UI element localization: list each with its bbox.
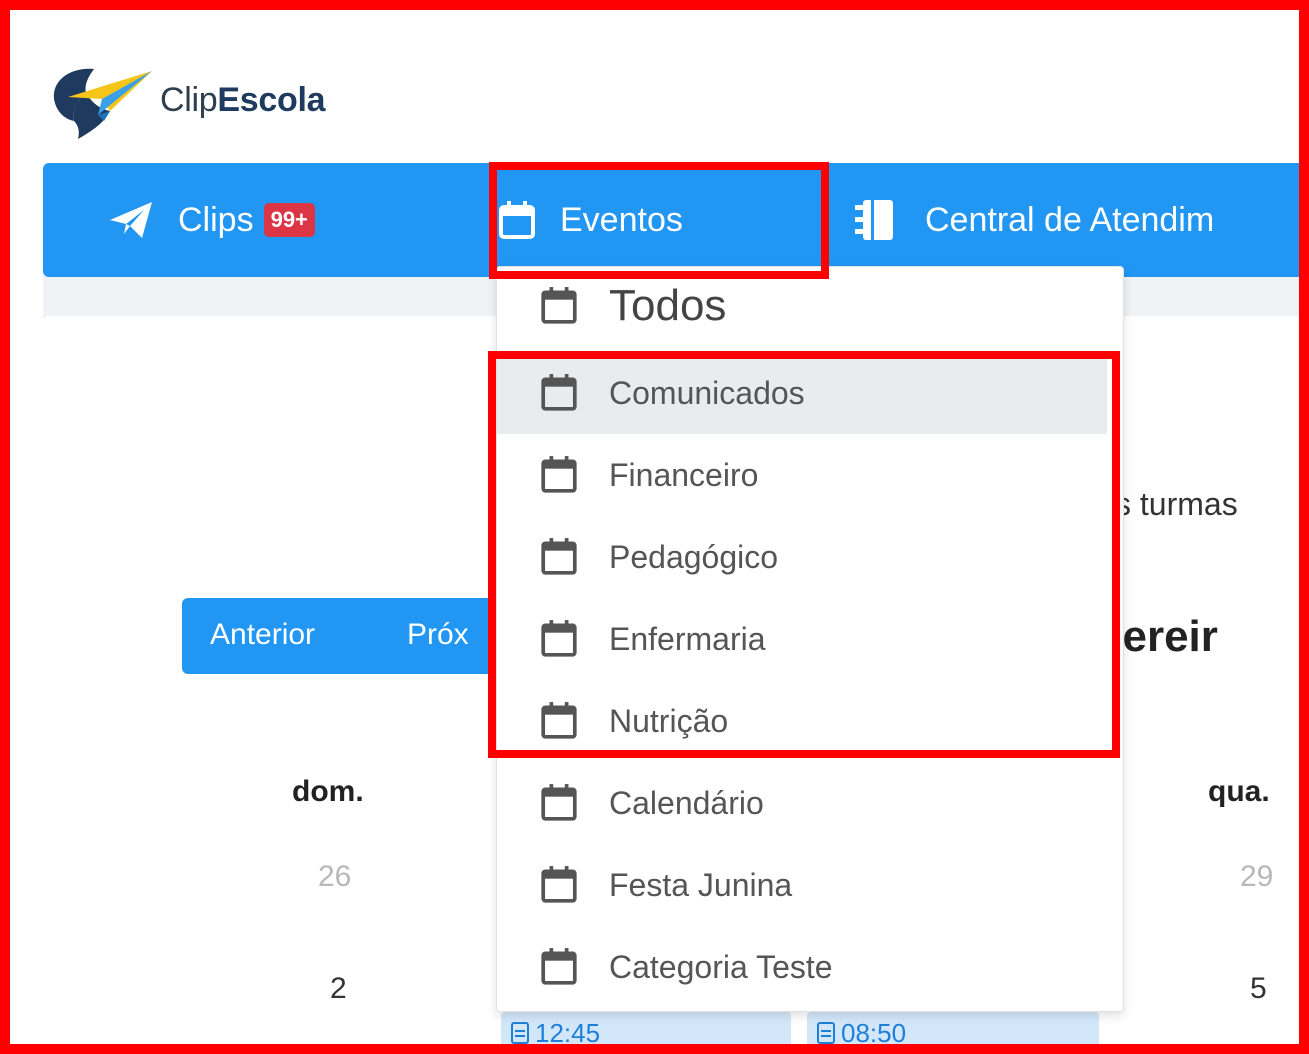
turmas-filter-text[interactable]: s turmas (1115, 486, 1238, 523)
document-icon (511, 1022, 529, 1044)
dropdown-item-calendario[interactable]: Calendário (497, 762, 1107, 844)
logo-text: ClipEscola (160, 81, 326, 119)
document-icon (817, 1022, 835, 1044)
weekday-sunday: dom. (292, 775, 364, 808)
dropdown-item-label: Calendário (609, 784, 764, 821)
nav-clips[interactable]: Clips 99+ (108, 163, 315, 277)
nav-central-atendimento[interactable]: Central de Atendim (853, 163, 1214, 277)
nav-clips-label: Clips (178, 200, 254, 239)
highlight-box-categories (488, 351, 1120, 758)
event-time: 12:45 (535, 1017, 601, 1048)
calendar-day[interactable]: 5 (1250, 972, 1267, 1006)
address-book-icon (853, 199, 901, 241)
logo-plane-icon (53, 68, 152, 139)
dropdown-item-festa-junina[interactable]: Festa Junina (497, 844, 1107, 926)
calendar-day[interactable]: 26 (318, 860, 351, 894)
calendar-icon (539, 783, 579, 823)
calendar-day[interactable]: 2 (330, 972, 347, 1006)
nav-central-label: Central de Atendim (925, 200, 1215, 239)
calendar-event-chip[interactable]: 08:50 (807, 1012, 1099, 1054)
calendar-icon (539, 286, 579, 326)
calendar-event-chip[interactable]: 12:45 (501, 1012, 791, 1054)
calendar-nav-buttons: Anterior Próx (182, 598, 512, 674)
calendar-icon (539, 947, 579, 987)
calendar-day[interactable]: 29 (1240, 860, 1273, 894)
dropdown-item-label: Categoria Teste (609, 948, 833, 985)
previous-button[interactable]: Anterior (210, 618, 315, 652)
clips-count-badge: 99+ (263, 203, 315, 237)
dropdown-item-label: Festa Junina (609, 866, 793, 903)
dropdown-item-label: Todos (609, 281, 727, 330)
paper-plane-icon (108, 200, 154, 240)
weekday-wednesday: qua. (1208, 775, 1270, 808)
highlight-box-eventos (489, 162, 829, 279)
clipescola-logo[interactable]: ClipEscola (48, 55, 378, 140)
event-time: 08:50 (841, 1017, 907, 1048)
dropdown-item-categoria-teste[interactable]: Categoria Teste (497, 926, 1107, 1008)
next-button[interactable]: Próx (407, 618, 469, 652)
calendar-icon (539, 865, 579, 905)
